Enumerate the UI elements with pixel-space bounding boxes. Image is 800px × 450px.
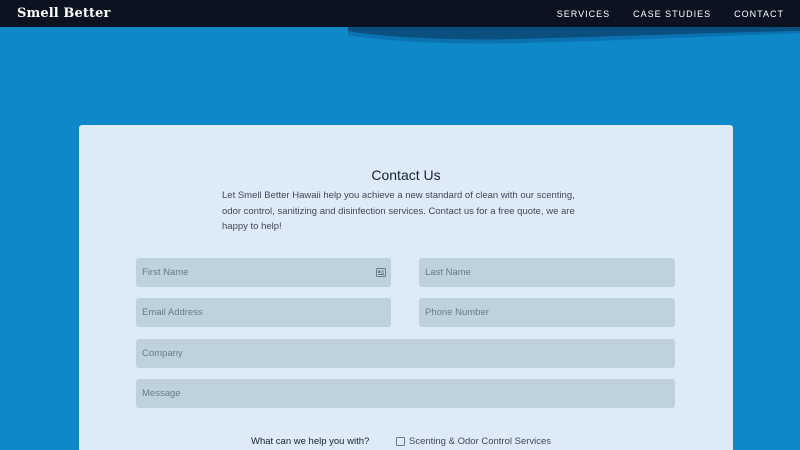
main-nav: SERVICES CASE STUDIES CONTACT (534, 9, 784, 19)
last-name-field[interactable] (419, 258, 675, 287)
contact-title: Contact Us (371, 167, 441, 183)
brand-logo[interactable]: Smell Better (17, 6, 110, 21)
first-name-field[interactable] (136, 258, 391, 287)
contact-intro-text: Let Smell Better Hawaii help you achieve… (222, 190, 575, 232)
scenting-option-label[interactable]: Scenting & Odor Control Services (409, 436, 551, 447)
nav-case-studies[interactable]: CASE STUDIES (633, 9, 711, 19)
nav-contact[interactable]: CONTACT (734, 9, 784, 19)
email-field[interactable] (136, 298, 391, 327)
phone-field[interactable] (419, 298, 675, 327)
scenting-checkbox[interactable] (396, 437, 405, 446)
company-field[interactable] (136, 339, 675, 368)
top-navbar: Smell Better SERVICES CASE STUDIES CONTA… (0, 0, 800, 27)
message-field[interactable] (136, 379, 675, 408)
help-question-label: What can we help you with? (251, 436, 370, 447)
nav-services[interactable]: SERVICES (557, 9, 610, 19)
header-wave-decoration (348, 27, 800, 44)
contact-card: Contact Us Let Smell Better Hawaii help … (79, 125, 733, 450)
contact-card-icon (376, 268, 386, 277)
